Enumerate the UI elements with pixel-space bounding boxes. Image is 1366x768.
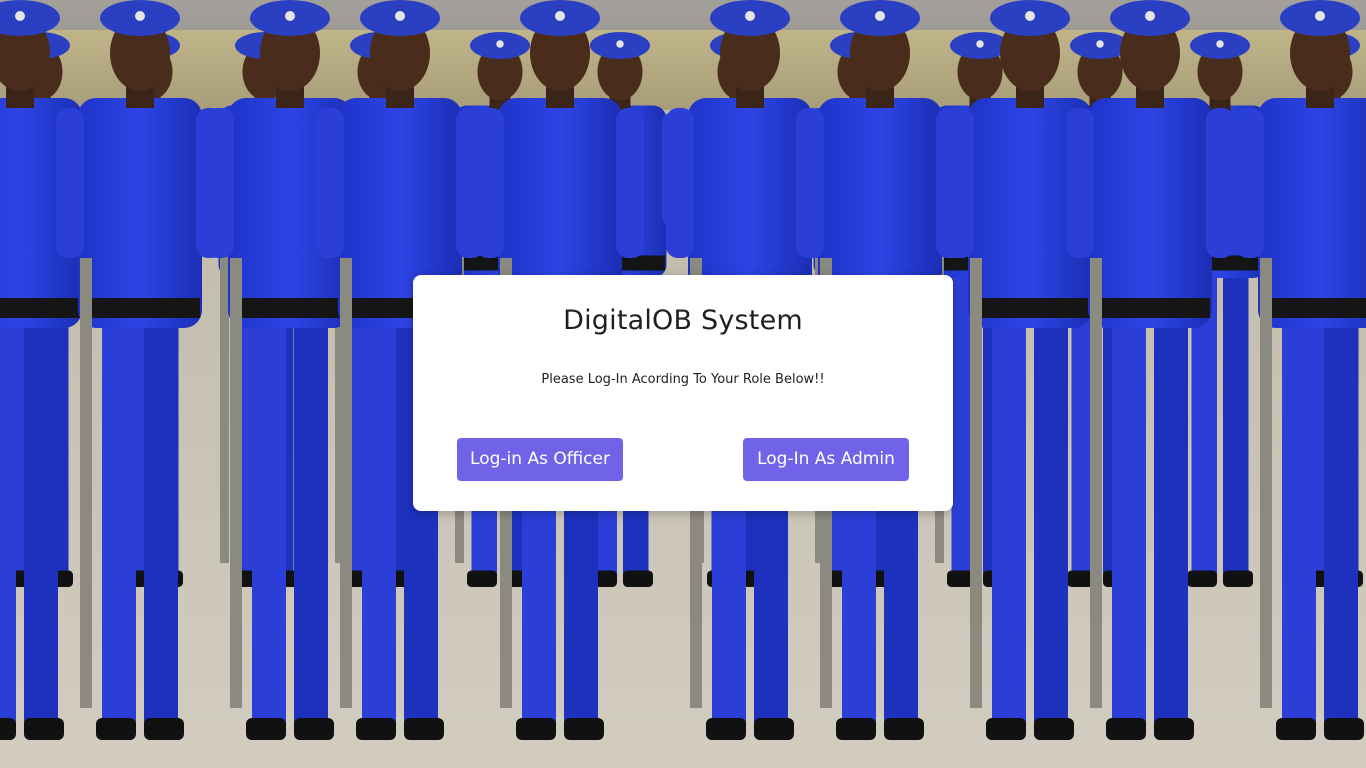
login-card: DigitalOB System Please Log-In Acording … — [413, 275, 953, 511]
login-as-admin-button[interactable]: Log-In As Admin — [743, 438, 909, 481]
system-title: DigitalOB System — [563, 305, 803, 336]
login-as-officer-button[interactable]: Log-in As Officer — [457, 438, 623, 481]
role-instruction-text: Please Log-In Acording To Your Role Belo… — [541, 372, 825, 387]
login-page: DigitalOB System Please Log-In Acording … — [0, 0, 1366, 768]
